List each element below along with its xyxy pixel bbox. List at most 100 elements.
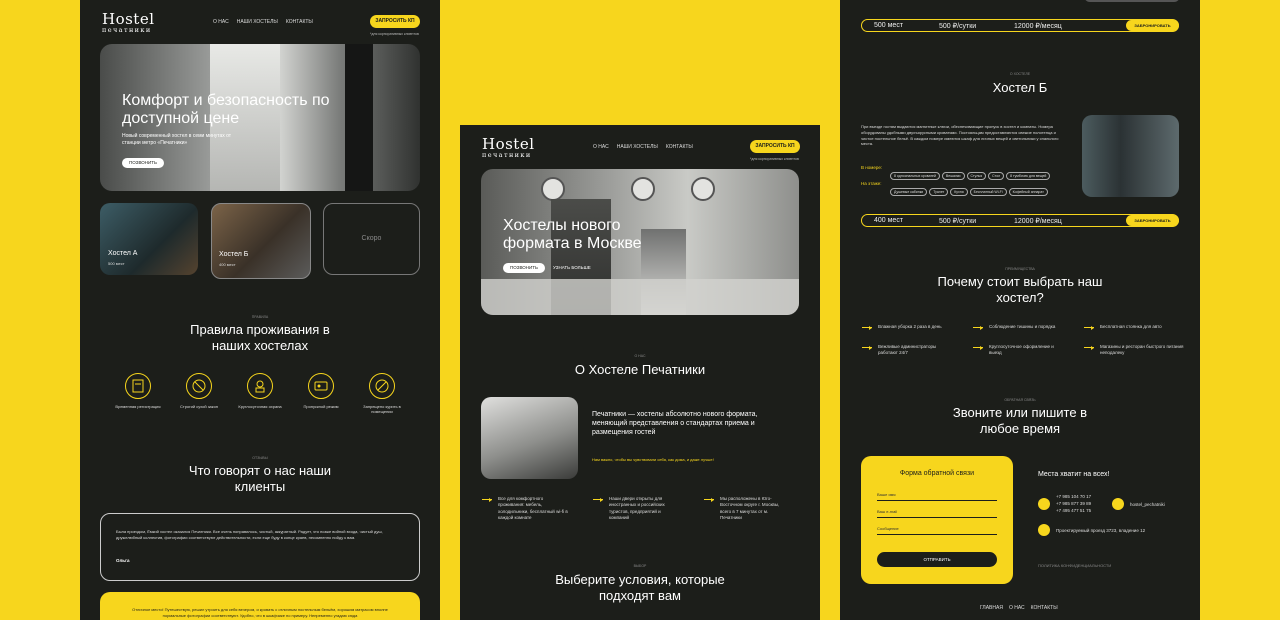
- contact-title: Звоните или пишите в любое время: [952, 405, 1088, 436]
- advantage-1: Влажная уборка 2 раза в день: [878, 324, 942, 329]
- on-floor-tags: Душевые кабинки Туалет Кухня Бесплатный Wi-…: [890, 180, 1080, 198]
- nav-contacts[interactable]: КОНТАКТЫ: [286, 19, 313, 25]
- about-note: Нам важно, чтобы вы чувствовали себя, ка…: [592, 457, 714, 462]
- tag: Вешалки: [941, 172, 965, 180]
- request-quote-button[interactable]: ЗАПРОСИТЬ КП: [370, 15, 420, 28]
- rules-kicker: ПРАВИЛА: [251, 315, 269, 319]
- privacy-link[interactable]: ПОЛИТИКА КОНФИДЕНЦИАЛЬНОСТИ: [1038, 563, 1111, 568]
- review-card: Была проездом, Ёмкий хостел оказался Печ…: [100, 513, 420, 581]
- panel-home: Hostel печатники О НАС НАШИ ХОСТЕЛЫ КОНТ…: [80, 0, 440, 620]
- panel-hostel-b: 500 мест 500 ₽/сутки 12000 ₽/месяц ЗАБРО…: [840, 0, 1200, 620]
- form-title: Форма обратной связи: [899, 470, 975, 477]
- arrow-icon: [862, 325, 872, 330]
- hostel-card-soon-label: Скоро: [361, 235, 382, 242]
- top-nav: О НАС НАШИ ХОСТЕЛЫ КОНТАКТЫ: [593, 144, 693, 150]
- no-smoking-icon: [369, 373, 395, 399]
- hostel-card-soon: Скоро: [323, 203, 420, 275]
- rule-security: Круглосуточная охрана: [238, 404, 282, 409]
- price-day: 500 ₽/сутки: [939, 22, 977, 30]
- tag: Душевые кабинки: [890, 188, 928, 196]
- instagram-icon[interactable]: [1112, 498, 1124, 510]
- arrow-icon: [593, 497, 603, 502]
- book-button[interactable]: ЗАБРОНИРОВАТЬ: [1126, 215, 1179, 226]
- hostel-card-a-name: Хостел А: [108, 250, 138, 257]
- why-title: Почему стоит выбрать наш хостел?: [937, 274, 1103, 305]
- request-note: *для корпоративных клиентов: [750, 157, 799, 161]
- why-kicker: ПРЕИМУЩЕСТВА: [1005, 267, 1035, 271]
- submit-button[interactable]: ОТПРАВИТЬ: [877, 552, 997, 567]
- advantage-2: Соблюдение тишины и порядка: [989, 324, 1056, 329]
- request-quote-button[interactable]: ЗАПРОСИТЬ КП: [750, 140, 800, 153]
- rule-registration: Временная регистрация: [115, 404, 161, 409]
- instagram-handle[interactable]: hostel_pechatniki: [1130, 502, 1165, 507]
- clock-icon: [631, 177, 655, 201]
- about-photo-building: [481, 397, 578, 479]
- footer-about[interactable]: О НАС: [1009, 605, 1025, 611]
- arrow-icon: [1084, 325, 1094, 330]
- hostel-photo-lockers: [1082, 115, 1179, 197]
- review-text-2: Отличное место! Путешествую, решил утрои…: [132, 607, 388, 618]
- review-text: Была проездом, Ёмкий хостел оказался Печ…: [116, 529, 383, 540]
- top-nav: О НАС НАШИ ХОСТЕЛЫ КОНТАКТЫ: [213, 19, 313, 25]
- price-places: 500 мест: [874, 21, 904, 29]
- hero-photo-desk: [481, 279, 799, 315]
- feature-3: Мы расположены в Юго-Восточном округе г.…: [720, 496, 780, 520]
- location-icon: [1038, 524, 1050, 536]
- tag: Кухня: [950, 188, 968, 196]
- learn-more-link[interactable]: УЗНАТЬ БОЛЬШЕ: [553, 265, 591, 270]
- hostel-card-a-places: 500 мест: [108, 261, 125, 266]
- nav-hostels[interactable]: НАШИ ХОСТЕЛЫ: [237, 19, 278, 25]
- places-title: Места хватит на всех!: [1038, 471, 1110, 478]
- phone-numbers[interactable]: +7 985 104 70 17 +7 985 877 39 89 +7 495…: [1056, 493, 1091, 515]
- choose-title: Выберите условия, которые подходят вам: [555, 572, 725, 603]
- reviews-kicker: ОТЗЫВЫ: [252, 456, 268, 460]
- in-room-label: В номере:: [861, 165, 883, 170]
- email-field[interactable]: Ваш e-mail: [877, 509, 997, 518]
- arrow-icon: [862, 345, 872, 350]
- access-card-icon: [308, 373, 334, 399]
- tag: Стулья: [966, 172, 987, 180]
- arrow-icon: [704, 497, 714, 502]
- hostel-card-b[interactable]: Хостел Б 400 мест: [211, 203, 311, 279]
- tag: Кофейный аппарат: [1008, 188, 1048, 196]
- logo[interactable]: Hostel печатники: [102, 12, 155, 34]
- price-places: 400 мест: [874, 216, 904, 224]
- about-kicker: О НАС: [634, 354, 646, 358]
- tag: 8 односпальных кроватей: [890, 172, 940, 180]
- nav-contacts[interactable]: КОНТАКТЫ: [666, 144, 693, 150]
- hero-title: Комфорт и безопасность по доступной цене: [122, 92, 330, 128]
- advantage-3: Бесплатная стоянка для авто: [1100, 324, 1162, 329]
- arrow-icon: [973, 325, 983, 330]
- hostel-title: Хостел Б: [992, 80, 1048, 95]
- nav-about[interactable]: О НАС: [213, 19, 229, 25]
- hero-banner: Комфорт и безопасность по доступной цене…: [100, 44, 420, 191]
- rule-access: Пропускной режим: [303, 404, 339, 409]
- logo[interactable]: Hostel печатники: [482, 137, 535, 159]
- price-month: 12000 ₽/месяц: [1014, 22, 1062, 30]
- hero-title: Хостелы нового формата в Москве: [503, 217, 642, 253]
- footer-nav: ГЛАВНАЯ О НАС КОНТАКТЫ: [980, 605, 1058, 611]
- call-button[interactable]: ПОЗВОНИТЬ: [122, 158, 164, 168]
- message-field[interactable]: Сообщение: [877, 526, 997, 535]
- arrow-icon: [973, 345, 983, 350]
- review-author: Ольга: [116, 558, 130, 563]
- feature-1: Все для комфортного проживания: мебель, …: [498, 496, 568, 520]
- feature-2: Наши двери открыты для иностранных и рос…: [609, 496, 665, 520]
- feedback-form: Форма обратной связи Ваше имя Ваш e-mail…: [861, 456, 1013, 584]
- footer-home[interactable]: ГЛАВНАЯ: [980, 605, 1003, 611]
- footer-contacts[interactable]: КОНТАКТЫ: [1031, 605, 1058, 611]
- nav-about[interactable]: О НАС: [593, 144, 609, 150]
- address: Проектируемый проезд 3723, владение 12: [1056, 528, 1146, 533]
- book-button[interactable]: ЗАБРОНИРОВАТЬ: [1126, 20, 1179, 31]
- nav-hostels[interactable]: НАШИ ХОСТЕЛЫ: [617, 144, 658, 150]
- advantage-6: Магазины и ресторан быстрого питания неп…: [1100, 344, 1184, 356]
- hostel-card-b-name: Хостел Б: [219, 251, 249, 258]
- tag: Бесплатный Wi-Fi: [969, 188, 1007, 196]
- call-button[interactable]: ПОЗВОНИТЬ: [503, 263, 545, 273]
- rule-no-alcohol: Строгий сухой закон: [179, 404, 219, 409]
- hostel-card-a[interactable]: Хостел А 500 мест: [100, 203, 198, 275]
- name-field[interactable]: Ваше имя: [877, 492, 997, 501]
- contact-kicker: ОБРАТНАЯ СВЯЗЬ: [1004, 398, 1036, 402]
- choose-kicker: ВЫБОР: [633, 564, 647, 568]
- tag: Туалет: [929, 188, 949, 196]
